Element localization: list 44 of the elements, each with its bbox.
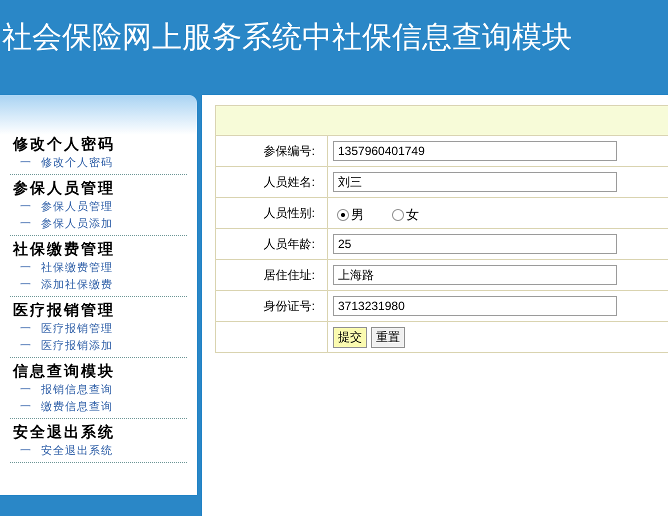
- bullet-mark: 一: [20, 278, 31, 293]
- menu-group-title: 修改个人密码: [12, 134, 116, 155]
- menu-group-title: 医疗报销管理: [12, 300, 116, 321]
- menu-group-title: 信息查询模块: [12, 361, 116, 382]
- menu-link[interactable]: 报销信息查询: [41, 382, 113, 399]
- menu-group-title: 安全退出系统: [12, 422, 116, 443]
- field-label: 人员性别:: [216, 198, 328, 228]
- bullet-mark: 一: [20, 383, 31, 398]
- bullet-mark: 一: [20, 322, 31, 337]
- page-title: 社会保险网上服务系统中社保信息查询模块: [2, 20, 572, 56]
- radio-icon[interactable]: [392, 209, 404, 221]
- menu-link[interactable]: 添加社保缴费: [41, 277, 113, 294]
- bullet-mark: 一: [20, 444, 31, 459]
- field-label: 参保编号:: [216, 136, 328, 166]
- radio-option[interactable]: 女: [392, 206, 419, 224]
- menu-group-title: 参保人员管理: [12, 178, 116, 199]
- menu-link[interactable]: 参保人员添加: [41, 216, 113, 233]
- bullet-mark: 一: [20, 156, 31, 171]
- bullet-mark: 一: [20, 261, 31, 276]
- menu-link[interactable]: 缴费信息查询: [41, 399, 113, 416]
- bullet-mark: 一: [20, 217, 31, 232]
- menu-link[interactable]: 参保人员管理: [41, 199, 113, 216]
- text-field[interactable]: 1357960401749: [333, 141, 617, 161]
- bullet-mark: 一: [20, 400, 31, 415]
- field-label: 身份证号:: [216, 291, 328, 321]
- field-label: 人员姓名:: [216, 167, 328, 197]
- text-field[interactable]: 刘三: [333, 172, 617, 192]
- bullet-mark: 一: [20, 339, 31, 354]
- menu-group-title: 社保缴费管理: [12, 239, 116, 260]
- menu-link[interactable]: 修改个人密码: [41, 155, 113, 172]
- menu-link[interactable]: 社保缴费管理: [41, 260, 113, 277]
- form-button[interactable]: 重置: [371, 326, 405, 348]
- form-button[interactable]: 提交: [333, 326, 367, 348]
- menu-link[interactable]: 安全退出系统: [41, 443, 113, 460]
- bullet-mark: 一: [20, 200, 31, 215]
- text-field[interactable]: 上海路: [333, 265, 617, 285]
- radio-icon[interactable]: [337, 209, 349, 221]
- text-field[interactable]: 25: [333, 234, 617, 254]
- text-field[interactable]: 3713231980: [333, 296, 617, 316]
- field-label: 居住住址:: [216, 260, 328, 290]
- menu-link[interactable]: 医疗报销管理: [41, 321, 113, 338]
- radio-option[interactable]: 男: [337, 206, 364, 224]
- menu-link[interactable]: 医疗报销添加: [41, 338, 113, 355]
- field-label: 人员年龄:: [216, 229, 328, 259]
